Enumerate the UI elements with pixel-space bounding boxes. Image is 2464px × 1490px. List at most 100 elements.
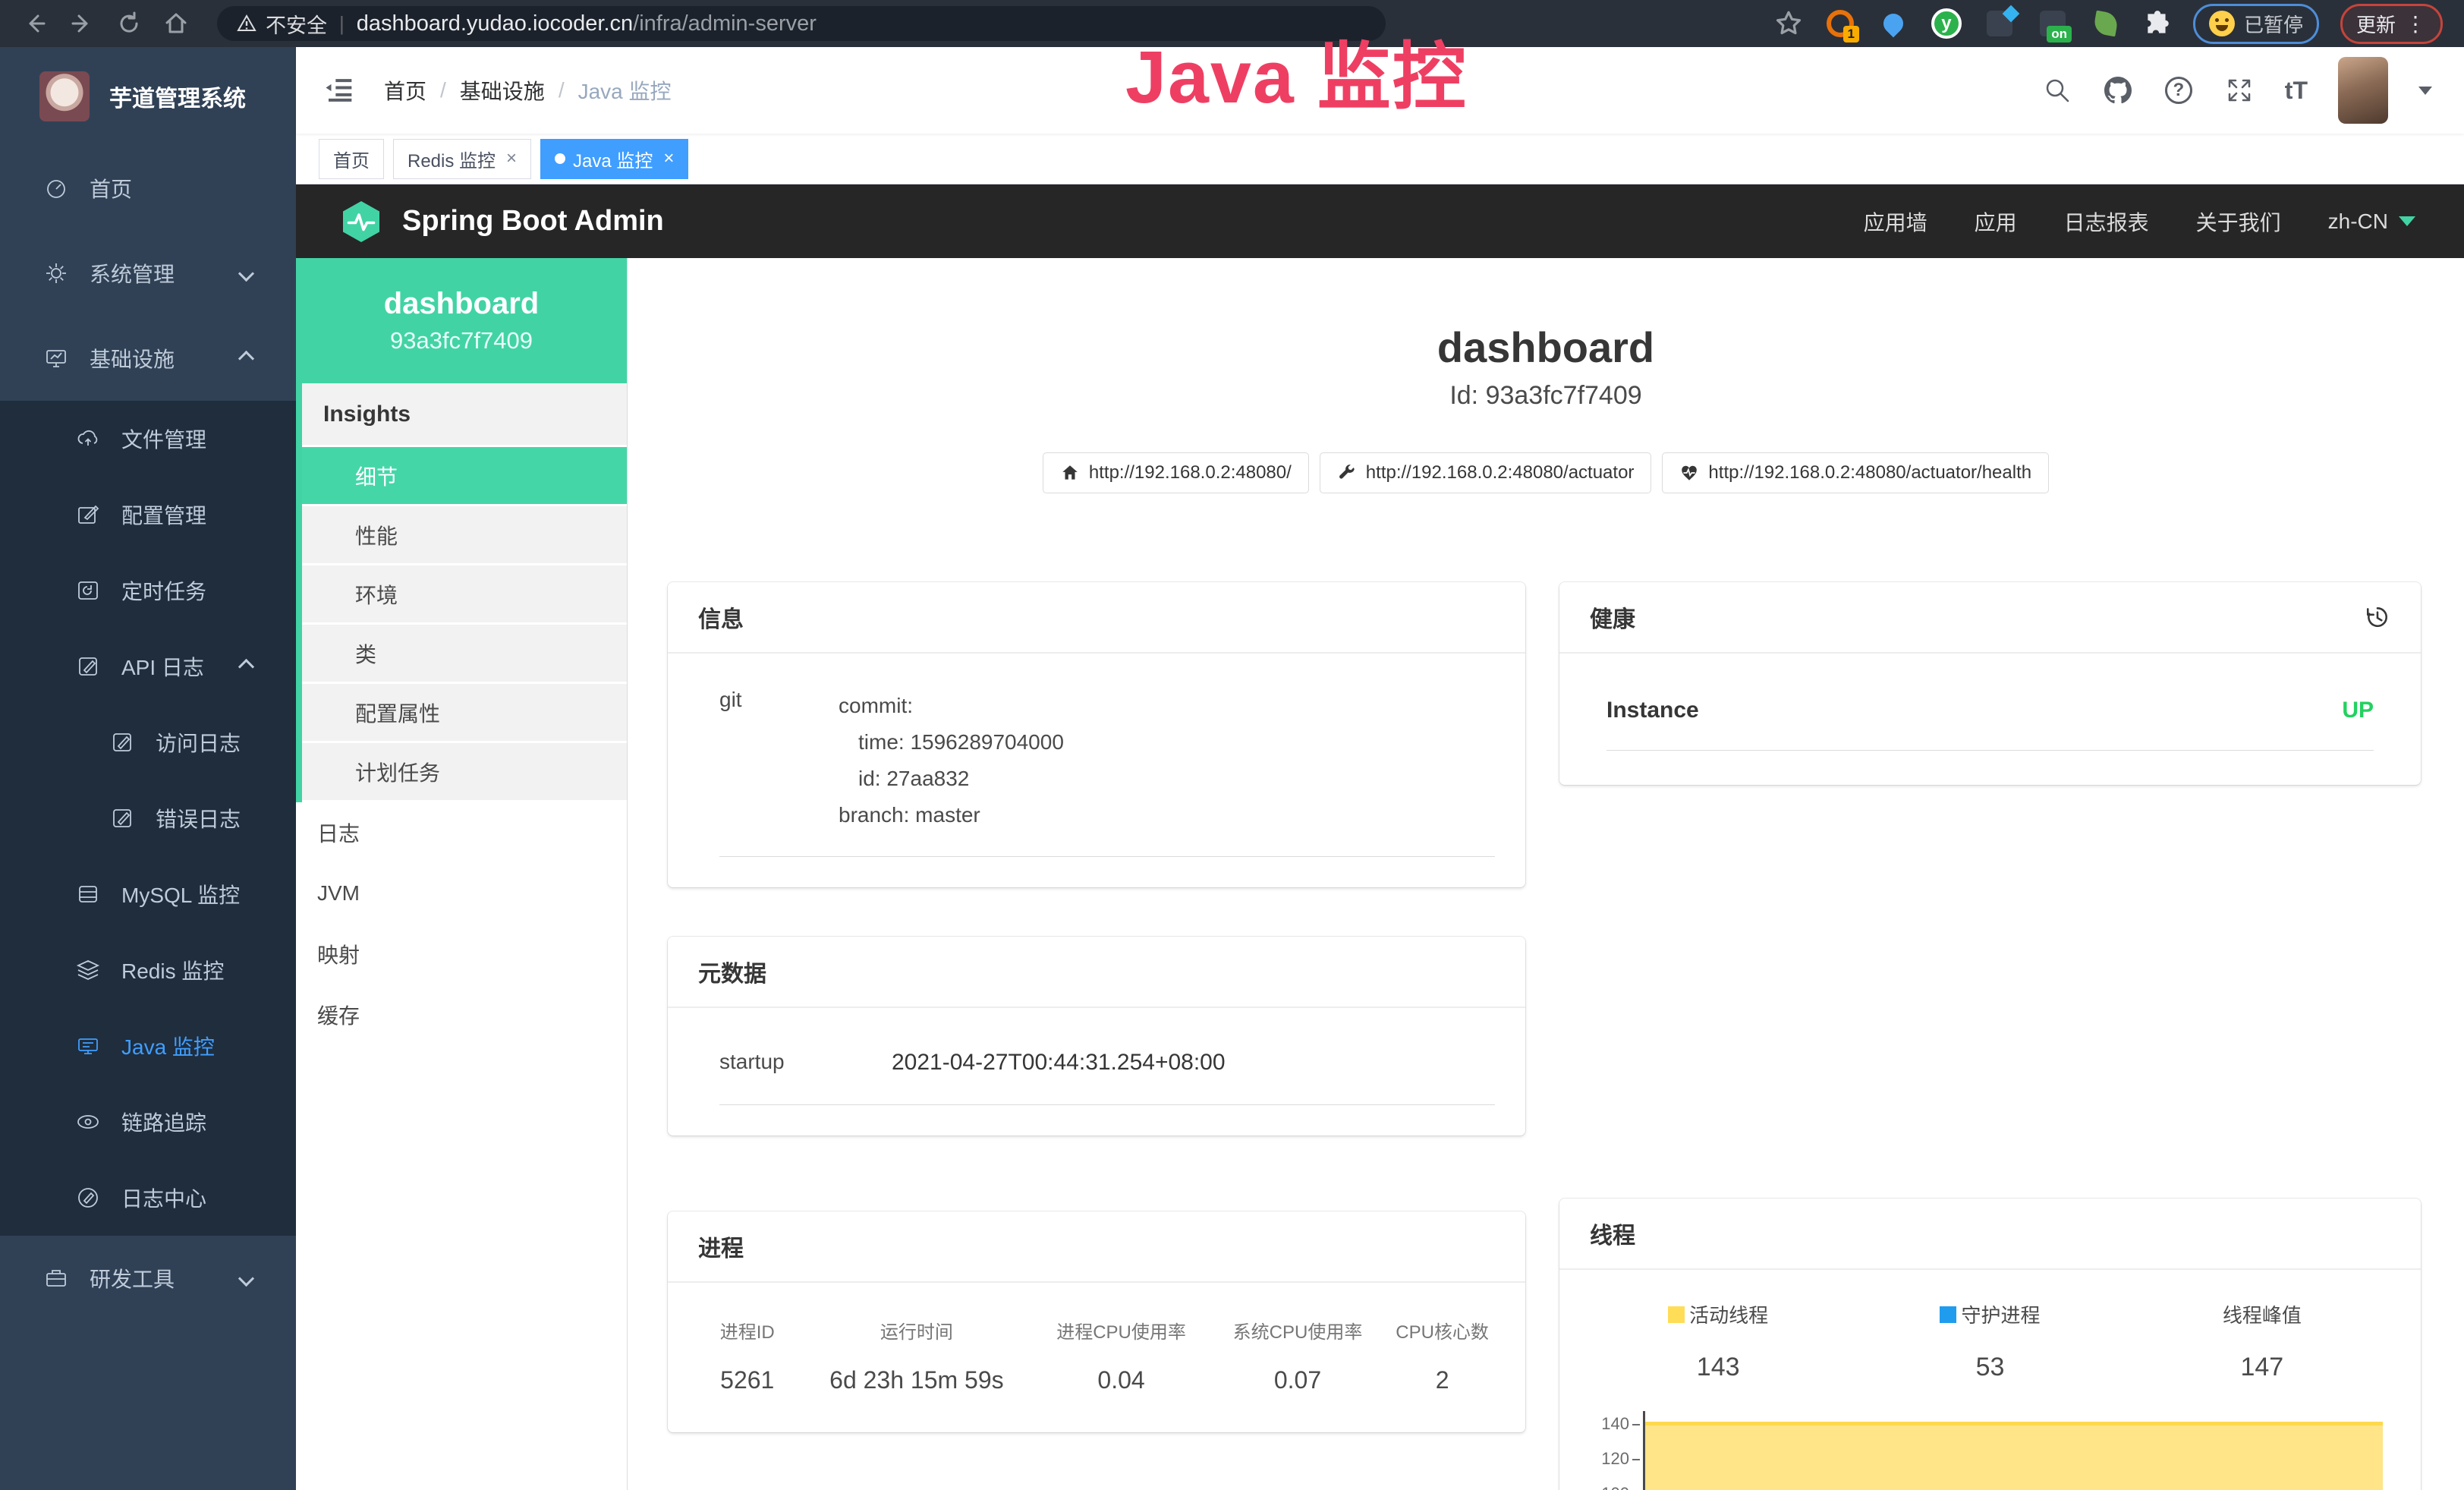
health-card: 健康 Instance [1559, 582, 2421, 785]
sba-menu-environment[interactable]: 环境 [302, 565, 627, 625]
breadcrumb-separator: / [440, 78, 446, 102]
sba-logo-icon [338, 199, 384, 244]
close-icon[interactable]: × [506, 148, 517, 169]
extension-grid-icon[interactable] [1984, 8, 2016, 39]
extension-on-icon[interactable]: on [2037, 8, 2069, 39]
cloud-upload-icon [76, 427, 100, 451]
extensions-puzzle-icon[interactable] [2143, 9, 2172, 38]
fullscreen-icon[interactable] [2224, 75, 2255, 106]
chevron-down-icon [238, 265, 254, 281]
instance-header: dashboard 93a3fc7f7409 [296, 258, 627, 383]
sidebar-item-accesslog[interactable]: 访问日志 [0, 704, 296, 780]
breadcrumb-infra[interactable]: 基础设施 [460, 75, 545, 106]
avatar-caret-icon[interactable] [2418, 87, 2432, 95]
locale-select[interactable]: zh-CN [2328, 209, 2415, 234]
navbar-actions: ? tT [2042, 57, 2464, 124]
chart-y-axis: 140 120 100 [1582, 1411, 1643, 1490]
sba-menu-details[interactable]: 细节 [302, 447, 627, 506]
warning-icon [237, 14, 256, 33]
hamburger-icon[interactable] [323, 74, 355, 106]
log-edit-icon [76, 1186, 100, 1210]
sba-nav-applications[interactable]: 应用 [1975, 206, 2017, 237]
sba-menu-scheduled-tasks[interactable]: 计划任务 [302, 743, 627, 802]
tab-redis[interactable]: Redis 监控× [393, 139, 531, 179]
security-label: 不安全 [266, 9, 327, 39]
extension-y-icon[interactable]: y [1931, 8, 1962, 39]
sba-content: dashboard Id: 93a3fc7f7409 http://192.16… [628, 258, 2464, 1490]
sba-menu-logs[interactable]: 日志 [296, 802, 627, 863]
user-avatar[interactable] [2338, 57, 2388, 124]
extension-orange-icon[interactable]: 1 [1824, 8, 1856, 39]
sidebar-item-system[interactable]: 系统管理 [0, 231, 296, 316]
sba-menu-classes[interactable]: 类 [302, 625, 627, 684]
font-size-icon[interactable]: tT [2285, 77, 2308, 105]
actuator-url-button[interactable]: http://192.168.0.2:48080/actuator [1320, 452, 1652, 493]
breadcrumb-current: Java 监控 [578, 75, 672, 106]
infra-submenu: 文件管理 配置管理 定时任务 API 日志 访问日志 [0, 401, 296, 1236]
sba-nav-about[interactable]: 关于我们 [2196, 206, 2281, 237]
log-edit-icon [110, 730, 134, 754]
sidebar-item-home[interactable]: 首页 [0, 146, 296, 231]
status-badge: UP [2342, 698, 2374, 723]
search-icon[interactable] [2042, 75, 2072, 106]
help-icon[interactable]: ? [2163, 75, 2194, 106]
forward-icon[interactable] [68, 10, 96, 37]
heartbeat-icon [1679, 463, 1699, 483]
menu-dots-icon[interactable]: ⋮ [2405, 11, 2427, 36]
tab-java[interactable]: Java 监控× [540, 139, 688, 179]
sidebar-item-mysql[interactable]: MySQL 监控 [0, 856, 296, 932]
update-browser-button[interactable]: 更新 ⋮ [2340, 4, 2443, 44]
database-icon [76, 882, 100, 906]
extension-pin-icon[interactable] [1877, 8, 1909, 39]
sidebar-item-errorlog[interactable]: 错误日志 [0, 780, 296, 856]
dashboard-icon [44, 176, 68, 200]
health-instance-label: Instance [1606, 698, 1699, 723]
sba-nav-wallboard[interactable]: 应用墙 [1864, 206, 1927, 237]
security-warning[interactable]: 不安全 [237, 9, 327, 39]
sba-menu-jvm[interactable]: JVM [296, 863, 627, 924]
sidebar-item-logcenter[interactable]: 日志中心 [0, 1160, 296, 1236]
sidebar-item-config[interactable]: 配置管理 [0, 477, 296, 553]
health-url-button[interactable]: http://192.168.0.2:48080/actuator/health [1662, 452, 2049, 493]
legend-square-blue [1940, 1306, 1956, 1323]
app-logo-row[interactable]: 芋道管理系统 [0, 47, 296, 146]
edit-icon [76, 502, 100, 527]
service-url-button[interactable]: http://192.168.0.2:48080/ [1043, 452, 1309, 493]
github-icon[interactable] [2103, 75, 2133, 106]
sba-brand[interactable]: Spring Boot Admin [338, 199, 664, 244]
back-icon[interactable] [21, 10, 49, 37]
extension-leaf-icon[interactable] [2090, 8, 2122, 39]
sba-menu-mappings[interactable]: 映射 [296, 924, 627, 984]
close-icon[interactable]: × [663, 148, 674, 169]
home-icon[interactable] [162, 10, 190, 37]
tab-home[interactable]: 首页 [319, 139, 384, 179]
history-icon[interactable] [2365, 604, 2390, 630]
omnibox-separator: | [339, 12, 345, 36]
sidebar-item-trace[interactable]: 链路追踪 [0, 1084, 296, 1160]
metadata-card-title: 元数据 [698, 955, 766, 988]
sidebar-item-redis[interactable]: Redis 监控 [0, 932, 296, 1008]
tags-view: 首页 Redis 监控× Java 监控× [296, 134, 2464, 184]
sba-menu-performance[interactable]: 性能 [302, 506, 627, 565]
sidebar-item-job[interactable]: 定时任务 [0, 553, 296, 628]
chevron-up-icon [238, 350, 254, 366]
breadcrumb-home[interactable]: 首页 [384, 75, 426, 106]
sidebar-item-java[interactable]: Java 监控 [0, 1008, 296, 1084]
reload-icon[interactable] [115, 10, 143, 37]
process-card: 进程 进程ID5261 运行时间6d 23h 15m 59s 进程CPU使用率0… [668, 1211, 1525, 1432]
sidebar-item-file[interactable]: 文件管理 [0, 401, 296, 477]
sba-menu-config-props[interactable]: 配置属性 [302, 684, 627, 743]
bookmark-star-icon[interactable] [1774, 9, 1803, 38]
url-path: /infra/admin-server [633, 11, 817, 36]
active-dot [555, 153, 565, 164]
sba-nav-journal[interactable]: 日志报表 [2064, 206, 2149, 237]
sidebar-item-devtools[interactable]: 研发工具 [0, 1236, 296, 1321]
chrome-toolbar-right: 1 y on 已暂停 更新 ⋮ [1774, 4, 2443, 44]
sba-menu-caches[interactable]: 缓存 [296, 984, 627, 1045]
chevron-down-icon [238, 1270, 254, 1286]
sidebar-item-apilog[interactable]: API 日志 [0, 628, 296, 704]
sidebar-item-infra[interactable]: 基础设施 [0, 316, 296, 401]
insights-section-label: Insights [302, 383, 627, 447]
chart-plot-area [1643, 1411, 2383, 1490]
profile-paused-pill[interactable]: 已暂停 [2193, 4, 2319, 44]
